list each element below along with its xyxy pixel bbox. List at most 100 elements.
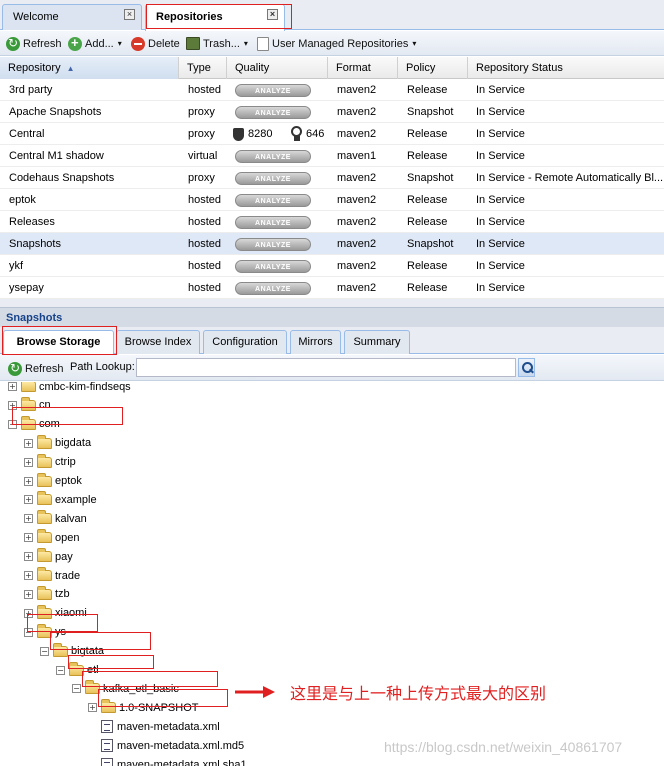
column-header-repository-status[interactable]: Repository Status — [468, 57, 664, 79]
storage-refresh-button[interactable]: Refresh — [8, 360, 64, 377]
tree-node[interactable]: + cmbc-kim-findseqs — [8, 382, 131, 396]
panel-splitter[interactable] — [0, 299, 664, 307]
table-row[interactable]: Snapshots hosted maven2 Snapshot In Service A… — [0, 233, 664, 255]
cell-format: maven2 — [337, 84, 377, 96]
expand-icon[interactable]: + — [24, 552, 33, 562]
cell-type: proxy — [188, 106, 215, 118]
refresh-button[interactable]: Refresh — [6, 35, 62, 52]
main-tab-bar: Welcome × Repositories × — [0, 0, 664, 31]
delete-button[interactable]: Delete — [131, 35, 180, 52]
cell-status: In Service — [476, 238, 525, 250]
cell-format: maven2 — [337, 128, 377, 140]
add-icon — [68, 35, 82, 51]
column-header-type[interactable]: Type — [179, 57, 227, 79]
grid-body: 3rd party hosted maven2 Release In Service AN… — [0, 79, 664, 299]
tree-node[interactable]: + tzb — [24, 585, 70, 604]
analyze-button[interactable]: ANALYZE — [235, 106, 311, 119]
analyze-button[interactable]: ANALYZE — [235, 172, 311, 185]
expand-icon[interactable]: + — [24, 495, 33, 505]
add-button[interactable]: Add... ▾ — [68, 35, 122, 52]
column-header-repository[interactable]: Repository ▲ — [0, 57, 179, 79]
tree-node[interactable]: + eptok — [24, 472, 82, 491]
expand-icon[interactable]: + — [24, 438, 33, 448]
analyze-button[interactable]: ANALYZE — [235, 260, 311, 273]
highlight-box-bigtata — [50, 632, 151, 650]
tree-node[interactable]: maven-metadata.xml.sha1 — [88, 755, 247, 766]
table-row[interactable]: Apache Snapshots proxy maven2 Snapshot In Se… — [0, 101, 664, 123]
search-icon[interactable] — [518, 358, 535, 377]
tree-node-label: kalvan — [55, 512, 87, 525]
analyze-button[interactable]: ANALYZE — [235, 216, 311, 229]
refresh-label: Refresh — [23, 37, 62, 50]
document-icon — [257, 36, 269, 51]
expand-icon[interactable]: + — [24, 457, 33, 467]
tree-node[interactable]: maven-metadata.xml.md5 — [88, 736, 244, 755]
table-row[interactable]: Central M1 shadow virtual maven1 Release In … — [0, 145, 664, 167]
tab-summary[interactable]: Summary — [344, 330, 410, 354]
tree-node[interactable]: + bigdata — [24, 434, 91, 453]
tab-welcome[interactable]: Welcome × — [2, 4, 142, 30]
analyze-button[interactable]: ANALYZE — [235, 194, 311, 207]
folder-icon — [37, 529, 52, 544]
column-header-label: Format — [336, 62, 371, 74]
path-lookup-input[interactable] — [136, 358, 516, 377]
cell-policy: Release — [407, 194, 448, 206]
analyze-button[interactable]: ANALYZE — [235, 282, 311, 295]
table-row[interactable]: eptok hosted maven2 Release In Service ANALYZ… — [0, 189, 664, 211]
storage-tree: + cmbc-kim-findseqs + cn − com + bigdata + ctrip +… — [0, 382, 664, 766]
collapse-icon[interactable]: − — [56, 665, 65, 675]
expand-icon[interactable]: + — [24, 476, 33, 486]
cell-type: virtual — [188, 150, 218, 162]
folder-icon — [37, 567, 52, 581]
watermark: https://blog.csdn.net/weixin_40861707 — [384, 739, 623, 755]
column-header-format[interactable]: Format — [328, 57, 398, 79]
cell-status: In Service — [476, 216, 525, 228]
analyze-button[interactable]: ANALYZE — [235, 238, 311, 251]
trash-button[interactable]: Trash... ▾ — [186, 35, 248, 52]
expand-icon[interactable]: + — [88, 703, 97, 713]
table-row[interactable]: Codehaus Snapshots proxy maven2 Snapshot In … — [0, 167, 664, 189]
cell-type: hosted — [188, 282, 222, 294]
table-row[interactable]: 3rd party hosted maven2 Release In Service AN… — [0, 79, 664, 101]
collapse-icon[interactable]: − — [40, 646, 49, 656]
expand-icon[interactable]: + — [24, 514, 33, 524]
expand-icon[interactable]: + — [24, 533, 33, 543]
table-row[interactable]: ysepay hosted maven2 Release In Service ANALY… — [0, 277, 664, 299]
tree-node[interactable]: + trade — [24, 566, 80, 585]
expand-icon[interactable]: + — [24, 571, 33, 580]
cell-status: In Service — [476, 128, 525, 140]
folder-icon — [37, 510, 52, 525]
expand-icon[interactable]: + — [24, 589, 33, 599]
shield-icon — [233, 128, 244, 141]
tab-mirrors[interactable]: Mirrors — [290, 330, 341, 354]
close-icon[interactable]: × — [124, 9, 135, 20]
tree-node-label: cmbc-kim-findseqs — [39, 382, 131, 393]
cell-repository: Releases — [9, 216, 55, 228]
cell-policy: Release — [407, 282, 448, 294]
delete-icon — [131, 36, 145, 51]
tree-node[interactable]: + example — [24, 490, 97, 509]
column-header-policy[interactable]: Policy — [398, 57, 468, 79]
license-count: 646 — [306, 128, 325, 140]
tree-node[interactable]: + kalvan — [24, 509, 87, 528]
table-row[interactable]: Central proxy maven2 Release In Service 8280 6… — [0, 123, 664, 145]
expand-icon[interactable]: + — [8, 382, 17, 391]
tab-browse-index[interactable]: Browse Index — [116, 330, 200, 354]
collapse-icon[interactable]: − — [72, 684, 81, 694]
tree-node[interactable]: + pay — [24, 547, 73, 566]
tree-node[interactable]: maven-metadata.xml — [88, 717, 220, 736]
tree-node[interactable]: + ctrip — [24, 453, 76, 472]
tab-configuration[interactable]: Configuration — [203, 330, 287, 354]
tree-node[interactable]: + open — [24, 528, 79, 547]
table-row[interactable]: Releases hosted maven2 Release In Service ANA… — [0, 211, 664, 233]
highlight-box-repositories-tab — [146, 4, 292, 29]
user-managed-repositories-button[interactable]: User Managed Repositories ▾ — [257, 35, 416, 52]
column-header-quality[interactable]: Quality — [227, 57, 328, 79]
column-header-label: Type — [187, 62, 211, 74]
table-row[interactable]: ykf hosted maven2 Release In Service ANALYZE — [0, 255, 664, 277]
analyze-button[interactable]: ANALYZE — [235, 150, 311, 163]
cell-format: maven2 — [337, 238, 377, 250]
highlight-box-etl — [68, 655, 154, 669]
analyze-button[interactable]: ANALYZE — [235, 84, 311, 97]
tree-node-label: bigdata — [55, 437, 92, 450]
